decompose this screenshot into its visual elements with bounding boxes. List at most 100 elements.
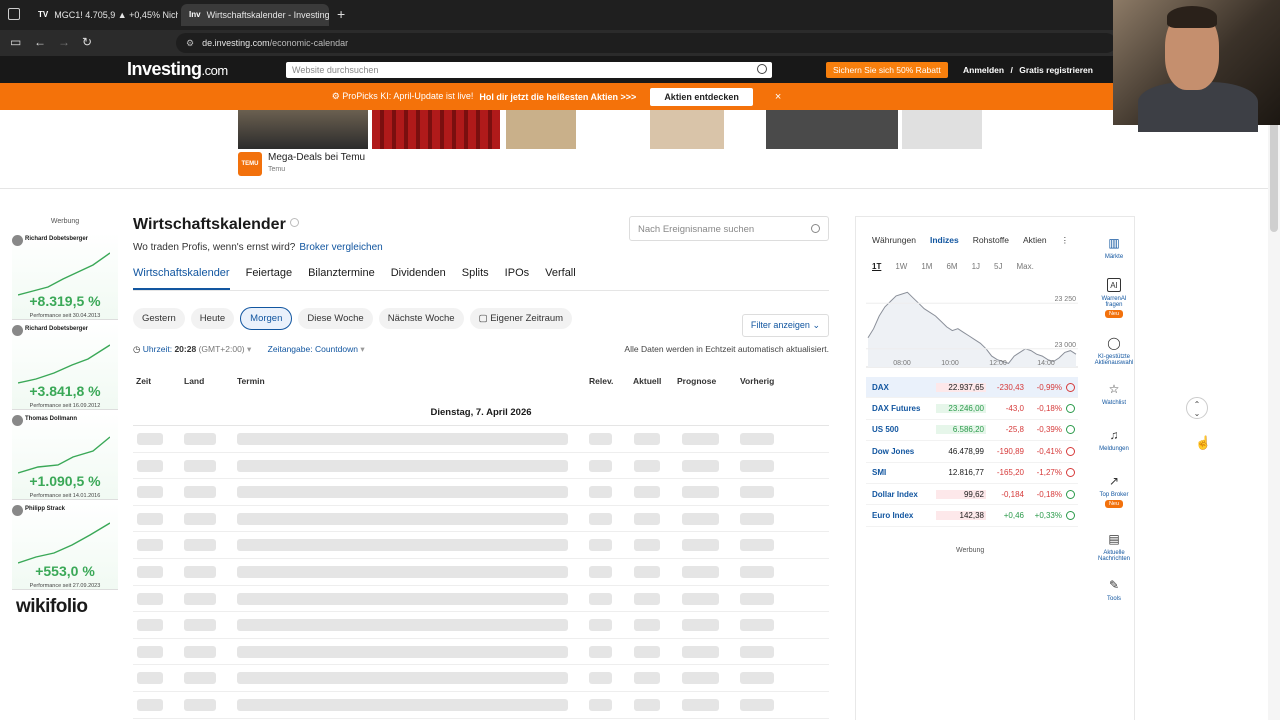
market-name[interactable]: DAX [872,383,936,392]
login-link[interactable]: Anmelden [963,65,1004,75]
url-field[interactable]: ⚙ de.investing.com/economic-calendar [176,33,1116,53]
range-1j[interactable]: 1J [972,262,980,271]
tab-feiertage[interactable]: Feiertage [246,265,292,290]
display-select[interactable]: Countdown [315,344,358,354]
tab-menu-icon[interactable] [8,8,20,20]
tab-wirtschaftskalender[interactable]: Wirtschaftskalender [133,265,230,290]
tab-aktien[interactable]: Aktien [1023,235,1047,246]
filter-eigener-zeitraum[interactable]: ▢ Eigener Zeitraum [469,308,573,329]
tab-dividenden[interactable]: Dividenden [391,265,446,290]
range-max[interactable]: Max. [1017,262,1034,271]
col-prognose[interactable]: Prognose [677,376,740,390]
col-aktuell[interactable]: Aktuell [633,376,677,390]
site-search-input[interactable]: Website durchsuchen [286,62,772,78]
filter-diese-woche[interactable]: Diese Woche [298,308,373,329]
market-name[interactable]: Dow Jones [872,447,936,456]
banner-bold-text[interactable]: Hol dir jetzt die heißesten Aktien >>> [479,92,636,102]
filter-naechste-woche[interactable]: Nächste Woche [378,308,464,329]
left-advertisement[interactable]: Werbung Richard Dobetsberger +8.319,5 % … [12,218,118,618]
market-name[interactable]: SMI [872,468,936,477]
loading-placeholder [740,565,774,578]
event-search-input[interactable]: Nach Ereignisname suchen [629,216,829,241]
info-icon[interactable] [289,218,299,227]
more-options-icon[interactable]: ⋮ [1061,235,1070,246]
market-change-pct: -0,41% [1036,446,1062,456]
tab-bilanztermine[interactable]: Bilanztermine [308,265,375,290]
browser-tab-investing[interactable]: Inv Wirtschaftskalender - Investing × [181,4,329,26]
scroll-toggle-button[interactable]: ⌃ ⌄ [1186,397,1208,419]
col-vorherig[interactable]: Vorherig [740,376,800,390]
col-relev[interactable]: Relev. [589,376,633,390]
timezone-select[interactable]: (GMT+2:00) [199,344,245,354]
market-row[interactable]: SMI 12.816,77 -165,20 -1,27% [866,463,1078,484]
filter-gestern[interactable]: Gestern [133,308,185,329]
close-icon[interactable]: × [775,91,781,103]
scrollbar-thumb[interactable] [1270,112,1278,232]
toolbar-item[interactable]: ✎ Tools [1107,562,1121,608]
market-change: -0,184 [1001,489,1024,499]
toolbar-item[interactable]: ▥ Märkte [1105,216,1123,262]
toolbar-item[interactable]: ↗ Top Broker Neu [1099,458,1129,516]
toolbar-item[interactable]: AI WarrenAI fragen Neu [1094,262,1134,320]
filter-heute[interactable]: Heute [190,308,235,329]
market-name[interactable]: Dollar Index [872,490,936,499]
range-selector: 1T 1W 1M 6M 1J 5J Max. [872,262,1034,271]
sidebar-toggle-icon[interactable]: ▭ [10,35,21,49]
table-header: Zeit Land Termin Relev. Aktuell Prognose… [133,376,829,390]
toolbar-item[interactable]: ◯ KI-gestützte Aktienauswahl [1094,320,1134,366]
filter-morgen[interactable]: Morgen [240,307,293,330]
range-5j[interactable]: 5J [994,262,1002,271]
reload-icon[interactable]: ↻ [82,35,92,49]
wikifolio-card[interactable]: Richard Dobetsberger +8.319,5 % Performa… [12,233,118,320]
page-scrollbar[interactable] [1268,110,1280,720]
range-6m[interactable]: 6M [946,262,957,271]
wikifolio-card[interactable]: Philipp Strack +553,0 % Performance seit… [12,503,118,590]
market-name[interactable]: Euro Index [872,511,936,520]
search-icon[interactable] [757,64,767,74]
wikifolio-card[interactable]: Thomas Dollmann +1.090,5 % Performance s… [12,413,118,500]
tab-waehrungen[interactable]: Währungen [872,235,916,246]
range-1t[interactable]: 1T [872,262,881,271]
search-icon[interactable] [811,224,820,233]
new-tab-button[interactable]: + [337,6,345,22]
market-row[interactable]: Dow Jones 46.478,99 -190,89 -0,41% [866,441,1078,463]
divider [0,188,1268,189]
range-1m[interactable]: 1M [921,262,932,271]
clock-icon: ◷ [133,344,143,354]
market-row[interactable]: DAX 22.937,65 -230,43 -0,99% [866,377,1078,399]
market-row[interactable]: DAX Futures 23.246,00 -43,0 -0,18% [866,398,1078,420]
loading-placeholder [184,512,216,525]
toolbar-item[interactable]: ♫ Meldungen [1099,412,1129,458]
tab-indizes[interactable]: Indizes [930,235,959,246]
top-advertisement[interactable]: TEMU Mega-Deals bei Temu Temu [238,110,1031,180]
toolbar-item[interactable]: ☆ Watchlist [1102,366,1126,412]
filter-button[interactable]: Filter anzeigen ⌄ [741,314,829,337]
tab-rohstoffe[interactable]: Rohstoffe [973,235,1009,246]
wikifolio-logo[interactable]: wikifolio [12,596,118,618]
range-1w[interactable]: 1W [895,262,907,271]
ad-title[interactable]: Mega-Deals bei Temu [268,152,365,163]
banner-cta-button[interactable]: Aktien entdecken [650,87,753,106]
market-row[interactable]: Euro Index 142,38 +0,46 +0,33% [866,505,1078,527]
forward-icon[interactable]: → [58,35,70,49]
back-icon[interactable]: ← [34,35,46,49]
market-name[interactable]: DAX Futures [872,404,936,413]
broker-compare-link[interactable]: Broker vergleichen [299,242,382,253]
wikifolio-card[interactable]: Richard Dobetsberger +3.841,8 % Performa… [12,323,118,410]
tab-verfall[interactable]: Verfall [545,265,576,290]
site-info-icon[interactable]: ⚙ [186,38,194,49]
chart-x-tick-label: 10:00 [941,360,959,367]
col-zeit[interactable]: Zeit [136,376,184,390]
tab-splits[interactable]: Splits [462,265,489,290]
tab-ipos[interactable]: IPOs [505,265,529,290]
register-link[interactable]: Gratis registrieren [1019,65,1093,75]
market-row[interactable]: US 500 6.586,20 -25,8 -0,39% [866,420,1078,442]
investing-logo[interactable]: Investing.com [127,59,228,80]
browser-tab-tradingview[interactable]: TV MGC1! 4.705,9 ▲ +0,45% Nicht × [30,4,178,26]
col-land[interactable]: Land [184,376,237,390]
promo-button[interactable]: Sichern Sie sich 50% Rabatt [826,62,948,78]
market-name[interactable]: US 500 [872,425,936,434]
market-row[interactable]: Dollar Index 99,62 -0,184 -0,18% [866,484,1078,506]
col-termin[interactable]: Termin [237,376,589,390]
toolbar-item[interactable]: ▤ Aktuelle Nachrichten [1094,516,1134,562]
